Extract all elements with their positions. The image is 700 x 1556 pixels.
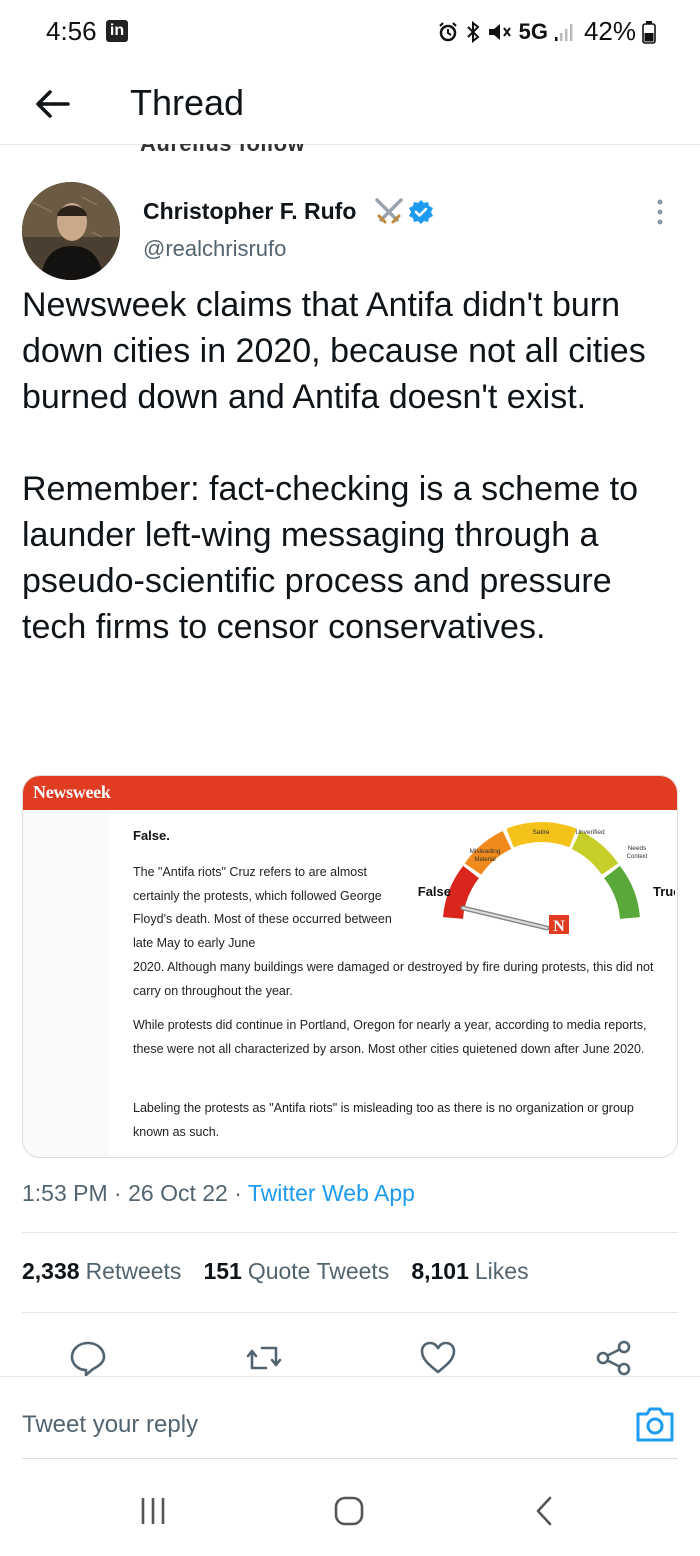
avatar-image: [22, 182, 120, 280]
verdict-label: False.: [133, 828, 170, 843]
avatar[interactable]: [22, 182, 120, 280]
back-arrow-icon[interactable]: [32, 84, 72, 124]
tweet-text: Newsweek claims that Antifa didn't burn …: [22, 282, 682, 650]
page-title: Thread: [130, 82, 245, 123]
retweets-stat[interactable]: 2,338 Retweets: [22, 1258, 181, 1285]
author-handle[interactable]: @realchrisrufo: [143, 236, 286, 262]
tweet-paragraph: Newsweek claims that Antifa didn't burn …: [22, 286, 646, 416]
crossed-swords-icon: [375, 198, 403, 224]
recent-apps-icon[interactable]: [138, 1494, 168, 1528]
svg-text:N: N: [553, 918, 565, 934]
battery-percent: 42%: [583, 16, 636, 46]
article-paragraph: The "Antifa riots" Cruz refers to are al…: [133, 865, 392, 950]
svg-text:Satire: Satire: [533, 829, 550, 836]
article-paragraph: 2020. Although many buildings were damag…: [133, 960, 654, 998]
divider: [22, 1458, 678, 1459]
gauge-label-false: False: [418, 884, 451, 899]
status-indicators: 5G 42%: [437, 16, 656, 47]
system-back-icon[interactable]: [532, 1494, 556, 1528]
share-icon[interactable]: [594, 1338, 634, 1378]
verified-badge-icon: [409, 200, 433, 224]
linkedin-notification-icon: in: [106, 20, 128, 42]
article-paragraph: While protests did continue in Portland,…: [133, 1018, 647, 1056]
home-icon[interactable]: [333, 1494, 365, 1528]
reply-input[interactable]: [22, 1402, 582, 1448]
retweet-icon[interactable]: [244, 1338, 284, 1378]
rating-gauge: N False True Misleading Material Satire …: [418, 822, 675, 934]
newsweek-header: Newsweek: [23, 776, 677, 810]
newsweek-logo: Newsweek: [33, 782, 111, 802]
divider: [22, 1312, 678, 1313]
battery-icon: [642, 20, 656, 44]
article-paragraph: Labeling the protests as "Antifa riots" …: [133, 1101, 634, 1139]
network-type: 5G: [518, 18, 548, 44]
svg-text:Material: Material: [474, 857, 495, 863]
reply-icon[interactable]: [68, 1338, 108, 1378]
svg-text:Context: Context: [627, 854, 648, 860]
more-options-icon[interactable]: [648, 196, 672, 228]
svg-text:Needs: Needs: [628, 845, 648, 852]
tweet-image[interactable]: Newsweek False. The "Antifa riots" Cruz …: [22, 775, 678, 1158]
like-heart-icon[interactable]: [418, 1338, 458, 1378]
quote-tweets-stat[interactable]: 151 Quote Tweets: [203, 1258, 389, 1285]
tweet-paragraph: Remember: fact-checking is a scheme to l…: [22, 470, 639, 646]
gauge-label-true: True: [653, 884, 675, 899]
signal-icon: [554, 23, 573, 41]
tweet-source-link[interactable]: Twitter Web App: [248, 1180, 415, 1206]
likes-stat[interactable]: 8,101 Likes: [411, 1258, 528, 1285]
app-header: Thread: [0, 64, 700, 146]
bluetooth-icon: [466, 20, 480, 43]
tweet-stats: 2,338 Retweets 151 Quote Tweets 8,101 Likes: [22, 1258, 551, 1285]
tweet-timestamp: 1:53 PM · 26 Oct 22 · Twitter Web App: [22, 1180, 415, 1206]
svg-text:Unverified: Unverified: [575, 829, 605, 836]
camera-icon[interactable]: [634, 1404, 676, 1444]
mute-icon: [488, 23, 511, 40]
divider: [22, 1232, 678, 1233]
svg-text:Misleading: Misleading: [469, 848, 500, 855]
status-time: 4:56: [46, 16, 97, 46]
previous-tweet-snippet[interactable]: Aurelius follow: [140, 144, 440, 158]
author-name[interactable]: Christopher F. Rufo: [143, 198, 356, 225]
status-bar: 4:56 in 5G 42%: [0, 0, 700, 64]
divider: [0, 1376, 700, 1377]
alarm-icon: [438, 21, 457, 41]
